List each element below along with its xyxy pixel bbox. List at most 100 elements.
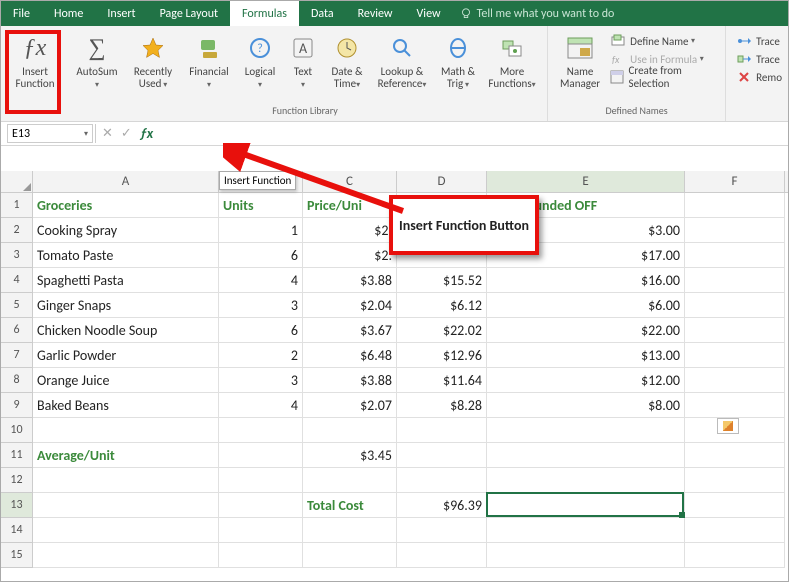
- column-header-F[interactable]: F: [685, 171, 785, 192]
- cell-C2[interactable]: $2.: [303, 218, 397, 243]
- cell-D9[interactable]: $8.28: [397, 393, 487, 418]
- cell-F11[interactable]: [685, 443, 785, 468]
- tab-insert[interactable]: Insert: [95, 1, 147, 26]
- cell-B3[interactable]: 6: [219, 243, 303, 268]
- select-all-button[interactable]: [1, 171, 33, 193]
- cell-F8[interactable]: [685, 368, 785, 393]
- formula-bar-input[interactable]: [159, 122, 788, 145]
- trace-dependents-button[interactable]: Trace: [736, 50, 782, 68]
- cell-A2[interactable]: Cooking Spray: [33, 218, 219, 243]
- cell-C13[interactable]: Total Cost: [303, 493, 397, 518]
- cell-F6[interactable]: [685, 318, 785, 343]
- cell-D5[interactable]: $6.12: [397, 293, 487, 318]
- row-header-3[interactable]: 3: [1, 243, 33, 268]
- cell-C3[interactable]: $2.: [303, 243, 397, 268]
- define-name-button[interactable]: Define Name ▾: [610, 32, 715, 50]
- text-button[interactable]: A Text▾: [283, 30, 323, 100]
- row-header-4[interactable]: 4: [1, 268, 33, 293]
- cell-C8[interactable]: $3.88: [303, 368, 397, 393]
- row-header-1[interactable]: 1: [1, 193, 33, 218]
- cell-B7[interactable]: 2: [219, 343, 303, 368]
- cell-A11[interactable]: Average/Unit: [33, 443, 219, 468]
- cell-C9[interactable]: $2.07: [303, 393, 397, 418]
- column-header-E[interactable]: E: [487, 171, 685, 192]
- cell-C7[interactable]: $6.48: [303, 343, 397, 368]
- cell-A1[interactable]: Groceries: [33, 193, 219, 218]
- lookup-reference-button[interactable]: Lookup & Reference▾: [371, 30, 433, 100]
- financial-button[interactable]: Financial▾: [181, 30, 237, 100]
- name-manager-button[interactable]: Name Manager: [554, 30, 606, 100]
- cell-E11[interactable]: [487, 443, 685, 468]
- tab-file[interactable]: File: [1, 1, 42, 26]
- cell-D8[interactable]: $11.64: [397, 368, 487, 393]
- tab-data[interactable]: Data: [299, 1, 346, 26]
- row-header-2[interactable]: 2: [1, 218, 33, 243]
- cell-D6[interactable]: $22.02: [397, 318, 487, 343]
- cell-B12[interactable]: [219, 468, 303, 493]
- cell-B2[interactable]: 1: [219, 218, 303, 243]
- cell-D15[interactable]: [397, 543, 487, 568]
- cell-B10[interactable]: [219, 418, 303, 443]
- tab-view[interactable]: View: [405, 1, 453, 26]
- cell-F14[interactable]: [685, 518, 785, 543]
- cell-D11[interactable]: [397, 443, 487, 468]
- cell-B4[interactable]: 4: [219, 268, 303, 293]
- cell-F7[interactable]: [685, 343, 785, 368]
- cell-E7[interactable]: $13.00: [487, 343, 685, 368]
- column-headers[interactable]: ABCDEF: [33, 171, 788, 193]
- row-header-6[interactable]: 6: [1, 318, 33, 343]
- cell-E4[interactable]: $16.00: [487, 268, 685, 293]
- name-box[interactable]: E13▾: [7, 124, 93, 143]
- cell-B9[interactable]: 4: [219, 393, 303, 418]
- insert-function-button[interactable]: ƒx Insert Function: [7, 30, 63, 100]
- cell-D14[interactable]: [397, 518, 487, 543]
- date-time-button[interactable]: Date & Time▾: [323, 30, 371, 100]
- column-header-A[interactable]: A: [33, 171, 219, 192]
- cell-F5[interactable]: [685, 293, 785, 318]
- row-header-10[interactable]: 10: [1, 418, 33, 443]
- math-trig-button[interactable]: Math & Trig ▾: [433, 30, 483, 100]
- cell-D7[interactable]: $12.96: [397, 343, 487, 368]
- cell-F1[interactable]: [685, 193, 785, 218]
- cell-F4[interactable]: [685, 268, 785, 293]
- cell-B5[interactable]: 3: [219, 293, 303, 318]
- cell-C4[interactable]: $3.88: [303, 268, 397, 293]
- create-from-selection-button[interactable]: Create from Selection: [610, 68, 715, 86]
- cell-A12[interactable]: [33, 468, 219, 493]
- trace-precedents-button[interactable]: Trace: [736, 32, 782, 50]
- cell-A15[interactable]: [33, 543, 219, 568]
- row-headers[interactable]: 123456789101112131415: [1, 193, 33, 568]
- column-header-C[interactable]: C: [303, 171, 397, 192]
- cell-B8[interactable]: 3: [219, 368, 303, 393]
- cell-A8[interactable]: Orange Juice: [33, 368, 219, 393]
- row-header-13[interactable]: 13: [1, 493, 33, 518]
- recently-used-button[interactable]: Recently Used ▾: [125, 30, 181, 100]
- cell-C1[interactable]: Price/Uni: [303, 193, 397, 218]
- cell-A13[interactable]: [33, 493, 219, 518]
- cell-B15[interactable]: [219, 543, 303, 568]
- cell-A14[interactable]: [33, 518, 219, 543]
- row-header-8[interactable]: 8: [1, 368, 33, 393]
- row-header-5[interactable]: 5: [1, 293, 33, 318]
- row-header-12[interactable]: 12: [1, 468, 33, 493]
- cell-A3[interactable]: Tomato Paste: [33, 243, 219, 268]
- cell-F3[interactable]: [685, 243, 785, 268]
- cell-F2[interactable]: [685, 218, 785, 243]
- cell-F15[interactable]: [685, 543, 785, 568]
- cell-E8[interactable]: $12.00: [487, 368, 685, 393]
- tab-formulas[interactable]: Formulas: [230, 1, 299, 26]
- cell-E14[interactable]: [487, 518, 685, 543]
- cell-D10[interactable]: [397, 418, 487, 443]
- cell-A7[interactable]: Garlic Powder: [33, 343, 219, 368]
- cell-B6[interactable]: 6: [219, 318, 303, 343]
- cell-C11[interactable]: $3.45: [303, 443, 397, 468]
- cell-D4[interactable]: $15.52: [397, 268, 487, 293]
- cell-A5[interactable]: Ginger Snaps: [33, 293, 219, 318]
- cell-F9[interactable]: [685, 393, 785, 418]
- cell-E6[interactable]: $22.00: [487, 318, 685, 343]
- row-header-9[interactable]: 9: [1, 393, 33, 418]
- cell-C12[interactable]: [303, 468, 397, 493]
- row-header-11[interactable]: 11: [1, 443, 33, 468]
- cell-D13[interactable]: $96.39: [397, 493, 487, 518]
- row-header-14[interactable]: 14: [1, 518, 33, 543]
